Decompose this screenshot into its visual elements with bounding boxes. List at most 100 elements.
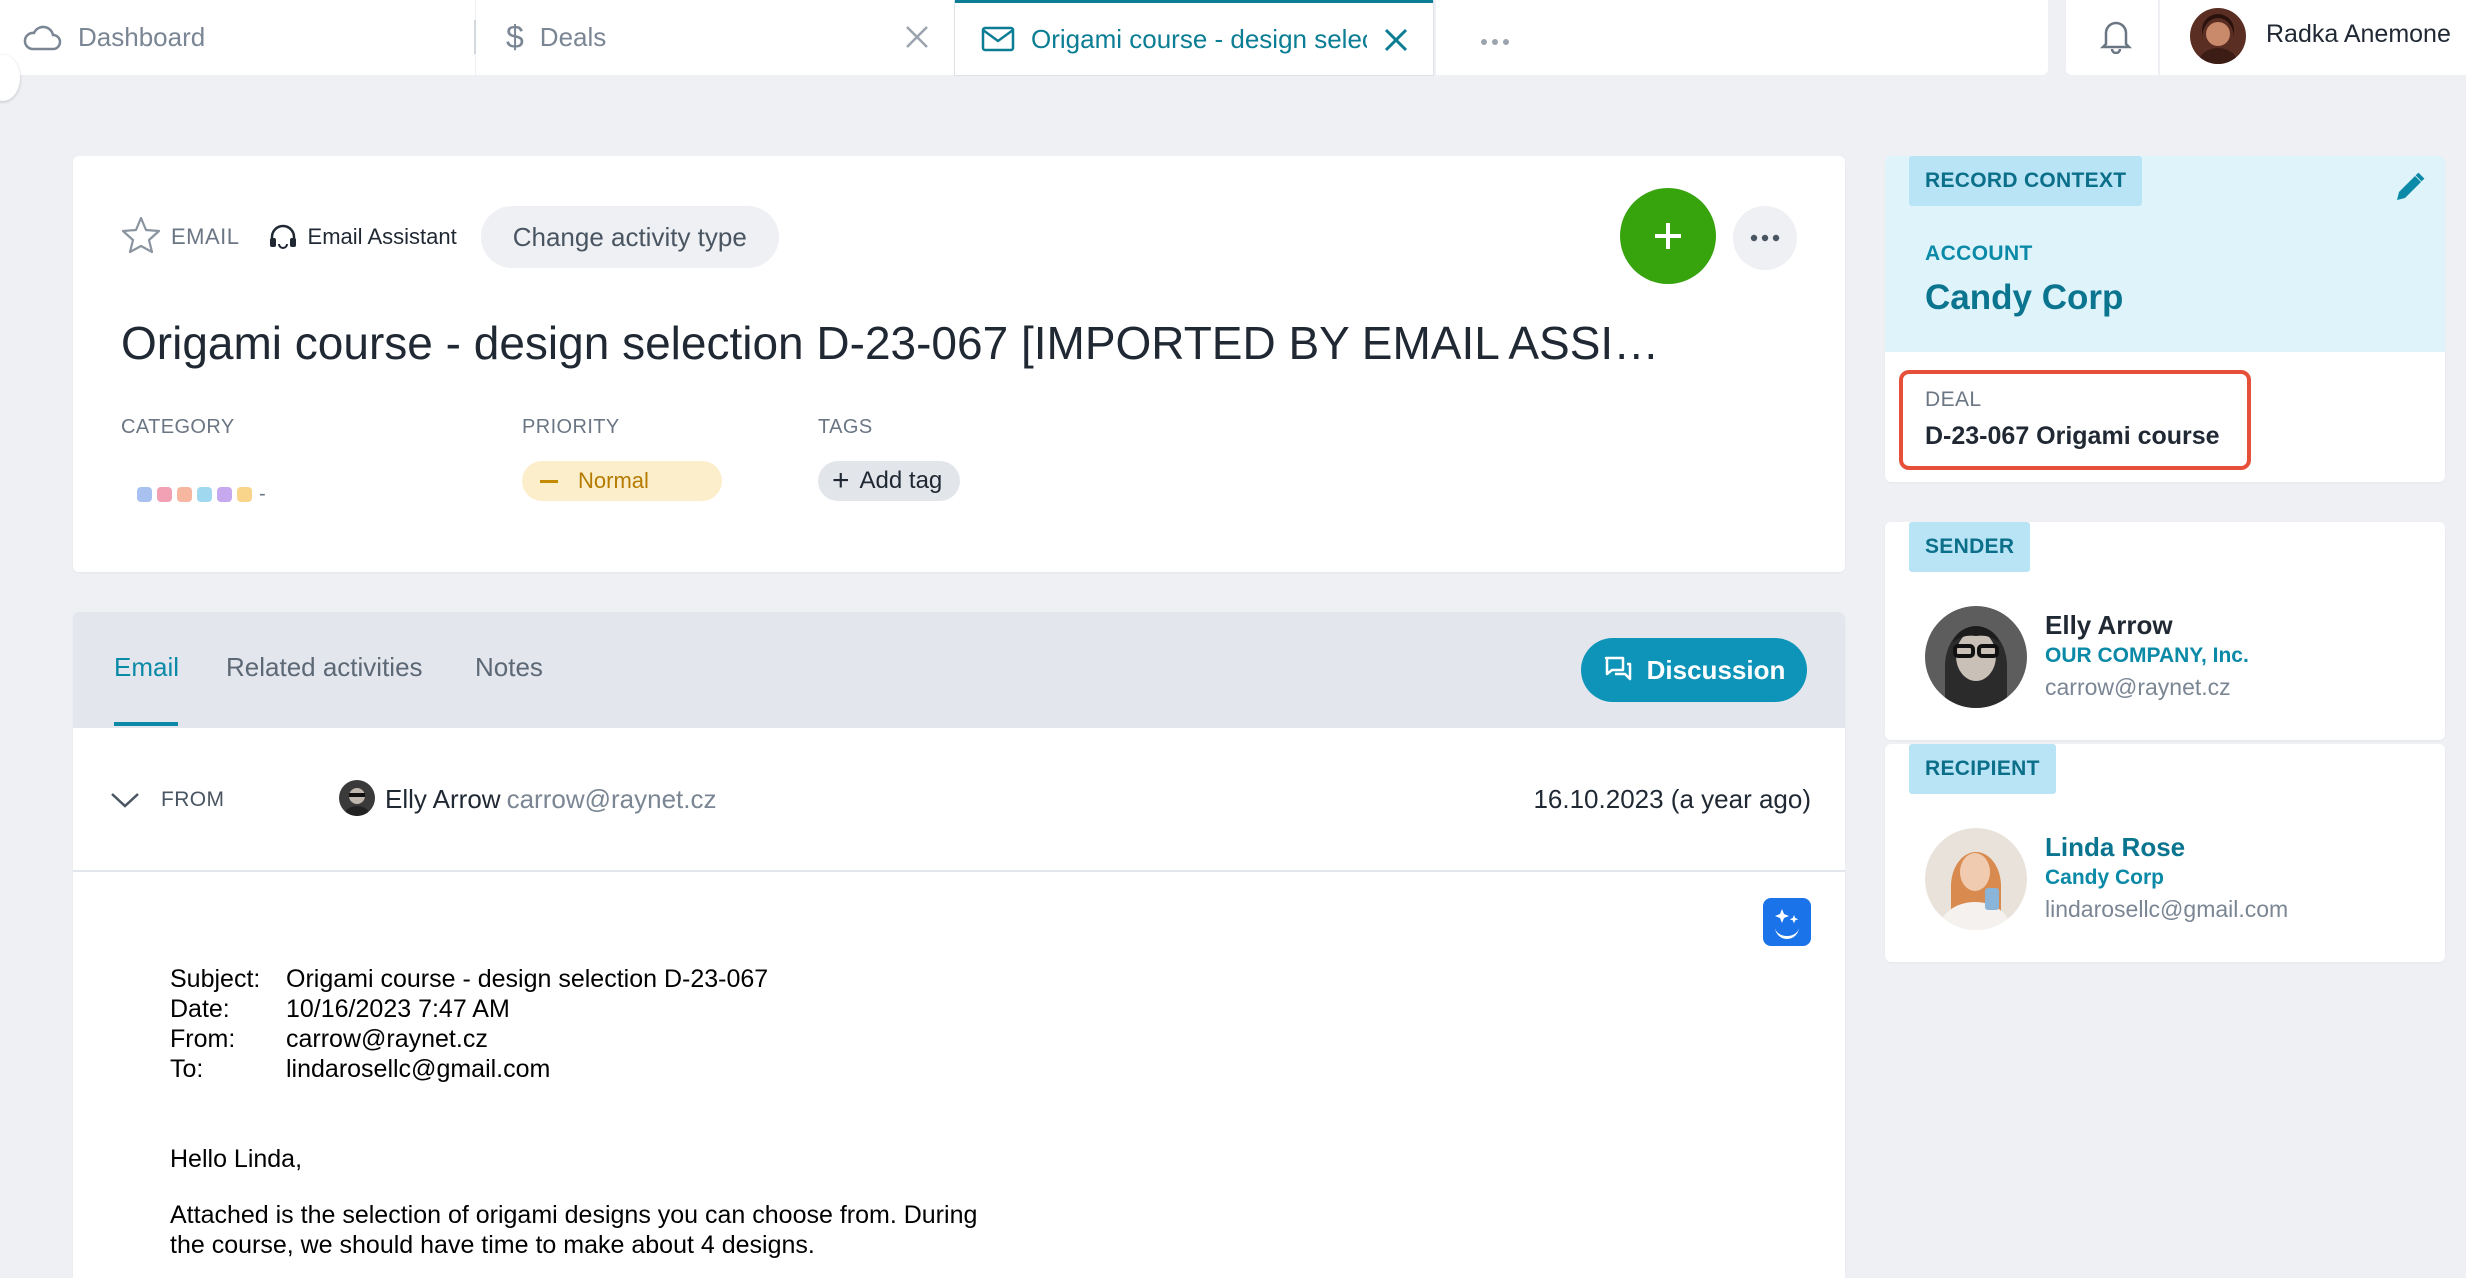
close-icon[interactable] [1381,25,1411,62]
avatar [339,780,375,816]
category-color-dot [137,487,152,502]
star-icon[interactable] [121,216,161,259]
recipient-card: RECIPIENT Linda Rose Candy Corp lindaros… [1885,744,2445,962]
headset-icon [269,224,296,249]
sender-card: SENDER Elly Arrow OUR COMPANY, Inc. carr… [1885,522,2445,740]
discussion-button[interactable]: Discussion [1581,638,1807,702]
email-header-row: Subject: Origami course - design selectio… [170,964,977,994]
email-content-card: Email Related activities Notes Discussio… [73,612,1845,1278]
more-actions-button[interactable] [1733,206,1797,270]
chat-icon [1604,656,1631,681]
activity-type: EMAIL [171,224,240,249]
active-tab-indicator [114,722,178,726]
category-color-dot [197,487,212,502]
email-header-key: From: [170,1025,236,1053]
email-header-key: Date: [170,995,230,1023]
recipient-name[interactable]: Linda Rose [2045,832,2185,863]
tab-related-activities[interactable]: Related activities [226,652,423,683]
content-tabs-bar: Email Related activities Notes Discussio… [73,612,1845,728]
email-header-row: Date: 10/16/2023 7:47 AM [170,994,977,1024]
more-tabs-button[interactable] [1436,0,2048,75]
plus-icon: + [832,464,850,497]
activity-header-card: EMAIL Email Assistant Change activity ty… [73,156,1845,572]
tab-email[interactable]: Email [114,652,179,683]
add-tag-label: Add tag [859,467,943,494]
user-name[interactable]: Radka Anemone [2266,20,2451,49]
email-assistant-text: Email Assistant [307,224,457,249]
chevron-down-icon[interactable] [109,790,141,815]
email-header-value: 10/16/2023 7:47 AM [286,995,510,1023]
tab-label: Origami course - design selection [1031,23,1367,54]
sender-email[interactable]: carrow@raynet.cz [2045,674,2231,701]
email-header-row: From: carrow@raynet.cz [170,1024,977,1054]
mail-icon [981,26,1015,52]
account-name[interactable]: Candy Corp [1925,278,2123,318]
email-header-value: lindarosellc@gmail.com [286,1055,551,1083]
category-selector[interactable]: - [137,483,266,506]
sender-company[interactable]: OUR COMPANY, Inc. [2045,644,2249,668]
dollar-icon: $ [506,19,524,55]
deal-highlight-box [1899,370,2251,470]
pencil-icon[interactable] [2393,170,2427,209]
plus-icon [1655,223,1681,249]
category-color-dot [157,487,172,502]
close-icon[interactable] [902,22,932,59]
email-header-row: To: lindarosellc@gmail.com [170,1054,977,1084]
category-color-dot [177,487,192,502]
record-context-card: RECORD CONTEXT ACCOUNT Candy Corp DEAL D… [1885,156,2445,482]
deal-name[interactable]: D-23-067 Origami course [1925,422,2220,451]
category-label: CATEGORY [121,416,235,438]
discussion-label: Discussion [1646,654,1786,685]
from-email: carrow@raynet.cz [506,784,717,814]
tab-label: Dashboard [78,22,206,52]
top-tab-bar: Dashboard $ Deals Origami course - desig… [0,0,2466,75]
priority-label: PRIORITY [522,416,620,438]
tab-dashboard[interactable]: Dashboard [0,0,475,75]
email-header-value: Origami course - design selection D-23-0… [286,965,769,993]
deal-label: DEAL [1925,388,1982,411]
priority-normal-icon [540,479,558,483]
user-panel: Radka Anemone [2066,0,2466,75]
cloud-icon [22,24,62,52]
email-from-row: FROM Elly Arrow carrow@raynet.cz 16.10.20… [73,728,1845,872]
from-name: Elly Arrow [385,784,501,814]
ai-assistant-icon[interactable] [1763,898,1811,946]
more-horizontal-icon [1480,22,1510,53]
bell-icon[interactable] [2099,18,2133,59]
email-paragraph: Attached is the selection of origami des… [170,1201,978,1259]
email-assistant-label: Email Assistant [268,223,457,251]
avatar[interactable] [1925,606,2027,708]
avatar[interactable] [1925,828,2027,930]
record-context-badge: RECORD CONTEXT [1909,156,2143,206]
activity-title: Origami course - design selection D-23-0… [121,317,1681,369]
from-label: FROM [161,788,225,811]
tab-deals[interactable]: $ Deals [476,0,954,75]
sender-badge: SENDER [1909,522,2031,572]
avatar[interactable] [2190,8,2246,64]
email-greeting: Hello Linda, [170,1145,303,1173]
add-button[interactable] [1620,188,1716,284]
priority-value: Normal [578,468,649,493]
email-date: 16.10.2023 (a year ago) [1533,784,1811,814]
tab-origami-course[interactable]: Origami course - design selection [955,0,1433,75]
divider [2158,0,2160,75]
from-sender[interactable]: Elly Arrow carrow@raynet.cz [385,784,716,815]
recipient-company[interactable]: Candy Corp [2045,866,2164,890]
tags-label: TAGS [818,416,873,438]
add-tag-button[interactable]: + Add tag [818,461,961,501]
category-color-dot [237,487,252,502]
sender-name[interactable]: Elly Arrow [2045,610,2173,641]
email-header-key: Subject: [170,965,261,993]
more-horizontal-icon [1750,234,1780,242]
change-activity-type-button[interactable]: Change activity type [480,206,779,268]
email-headers: Subject: Origami course - design selectio… [170,964,977,1084]
recipient-badge: RECIPIENT [1909,744,2056,794]
category-color-dot [217,487,232,502]
recipient-email[interactable]: lindarosellc@gmail.com [2045,896,2288,923]
tab-label: Deals [539,22,607,52]
email-header-value: carrow@raynet.cz [286,1025,488,1053]
tab-notes[interactable]: Notes [475,652,543,683]
priority-chip[interactable]: Normal [522,461,722,501]
activity-type-row: EMAIL Email Assistant Change activity ty… [121,204,779,270]
category-value: - [259,483,266,505]
